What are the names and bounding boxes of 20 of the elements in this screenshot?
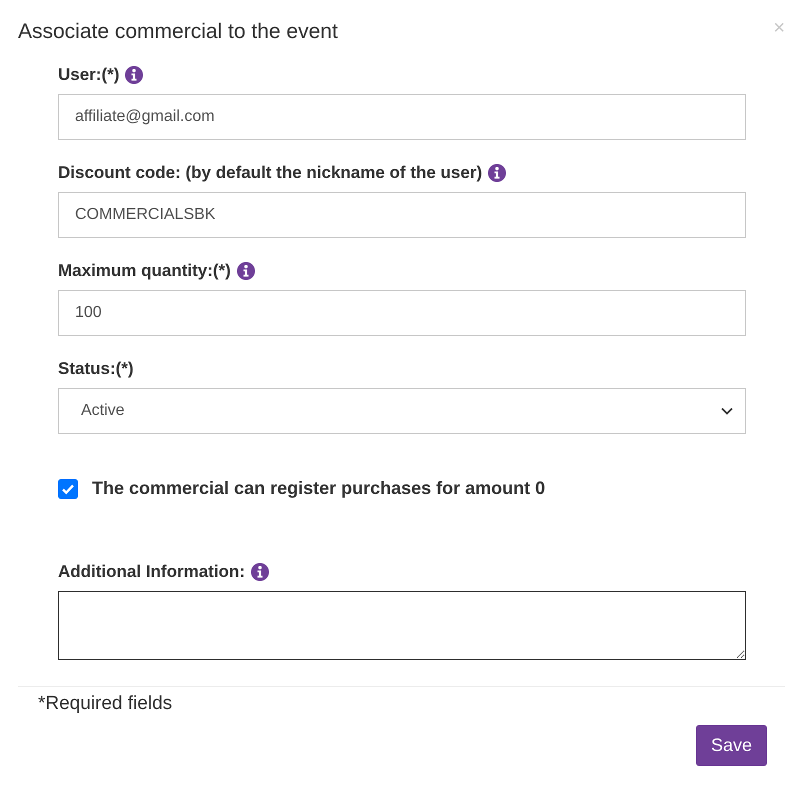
info-icon[interactable] [250,563,269,581]
checkbox[interactable] [58,478,78,498]
field-label: Discount code: (by default the nickname of the user) [58,163,482,183]
info-icon[interactable] [488,164,506,182]
input-field[interactable]: affiliate@gmail.com [58,94,746,140]
required-note: *Required fields [38,693,172,715]
status-select[interactable]: Active [58,388,746,434]
input-field[interactable]: COMMERCIALSBK [58,192,746,238]
input-field[interactable]: 100 [58,290,746,336]
info-icon[interactable] [236,262,255,280]
info-icon[interactable] [125,66,144,84]
chevron-down-icon [721,407,733,415]
field-label: Maximum quantity:(*) [58,261,231,281]
field-label: User:(*) [58,65,120,85]
checkbox-label: The commercial can register purchases for amount 0 [92,478,546,499]
dialog-title: Associate commercial to the event [18,20,338,44]
field-label: Additional Information: [58,562,245,582]
save-button[interactable]: Save [696,725,767,766]
field-label: Status:(*) [58,359,134,379]
textarea-field[interactable] [58,591,746,660]
